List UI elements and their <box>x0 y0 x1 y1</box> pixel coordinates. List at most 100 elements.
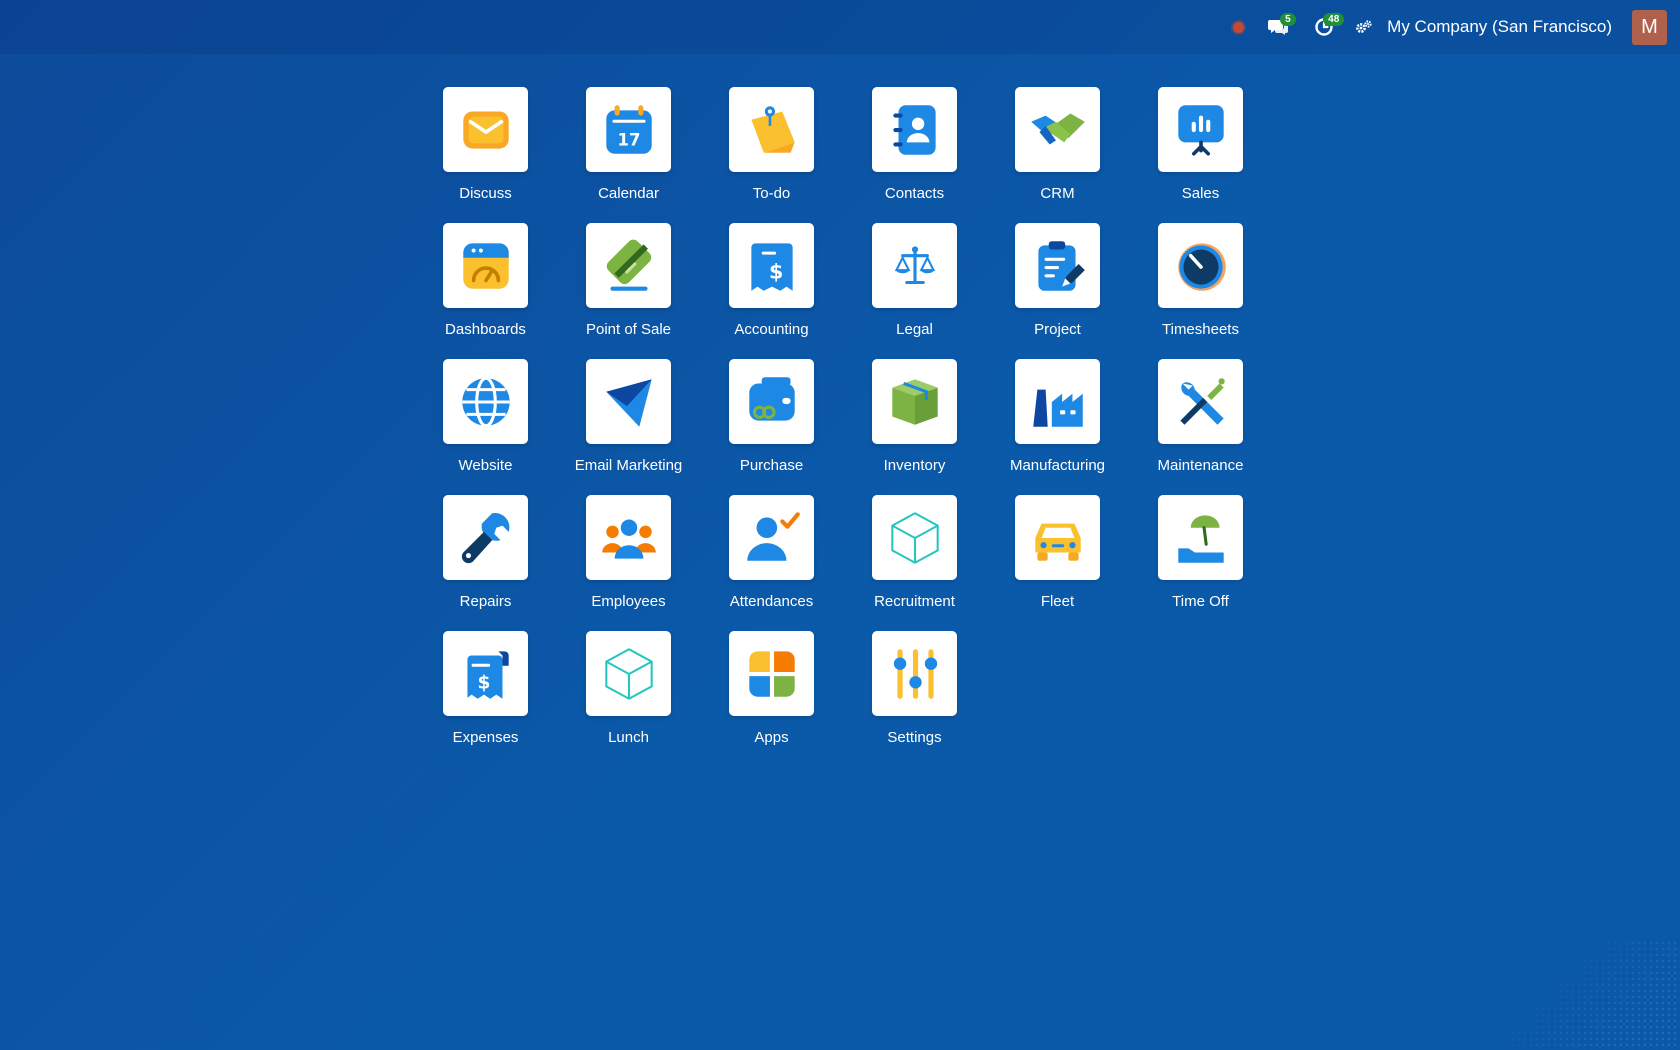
app-tile[interactable] <box>586 223 671 308</box>
app-label: Timesheets <box>1162 321 1239 338</box>
app-tile[interactable] <box>586 359 671 444</box>
app-tile[interactable] <box>586 495 671 580</box>
systray: 5 48 My Company (San Francisco) M <box>1221 0 1680 54</box>
app-accounting[interactable]: $ Accounting <box>700 223 843 359</box>
point-of-sale-icon <box>606 239 651 291</box>
app-label: Maintenance <box>1157 457 1244 474</box>
app-label: Email Marketing <box>574 457 683 474</box>
app-tile[interactable]: $ <box>729 223 814 308</box>
app-project[interactable]: Project <box>986 223 1129 359</box>
activities-count-badge: 48 <box>1323 13 1345 26</box>
legal-icon <box>894 245 935 284</box>
app-label: Sales <box>1181 185 1220 202</box>
app-time-off[interactable]: Time Off <box>1129 495 1272 631</box>
app-recruitment[interactable]: Recruitment <box>843 495 986 631</box>
messages-button[interactable]: 5 <box>1255 0 1301 54</box>
app-contacts[interactable]: Contacts <box>843 87 986 223</box>
app-tile[interactable] <box>443 87 528 172</box>
contacts-icon <box>892 104 936 155</box>
app-label: Legal <box>896 321 933 338</box>
status-indicator[interactable] <box>1221 0 1255 54</box>
app-tile[interactable] <box>443 223 528 308</box>
app-tile[interactable] <box>1015 359 1100 444</box>
app-label: Employees <box>591 593 666 610</box>
app-tile[interactable] <box>1015 223 1100 308</box>
app-crm[interactable]: CRM <box>986 87 1129 223</box>
app-tile[interactable] <box>729 631 814 716</box>
app-tile[interactable] <box>1015 495 1100 580</box>
app-manufacturing[interactable]: Manufacturing <box>986 359 1129 495</box>
app-tile[interactable]: 17 <box>586 87 671 172</box>
calendar-icon: 17 <box>605 104 652 154</box>
app-expenses[interactable]: $ Expenses <box>414 631 557 767</box>
app-tile[interactable] <box>872 87 957 172</box>
app-label: Discuss <box>459 185 512 202</box>
app-tile[interactable]: $ <box>443 631 528 716</box>
app-dashboards[interactable]: Dashboards <box>414 223 557 359</box>
settings-icon <box>893 648 937 699</box>
app-tile[interactable] <box>1158 359 1243 444</box>
app-tile[interactable] <box>729 359 814 444</box>
app-calendar[interactable]: 17 Calendar <box>557 87 700 223</box>
time-off-icon <box>1177 514 1224 563</box>
app-apps[interactable]: Apps <box>700 631 843 767</box>
app-todo[interactable]: To-do <box>700 87 843 223</box>
discuss-icon <box>462 110 509 149</box>
app-label: Dashboards <box>445 321 526 338</box>
app-label: Purchase <box>739 457 804 474</box>
app-tile[interactable] <box>443 359 528 444</box>
attendances-icon <box>746 511 800 561</box>
timesheets-icon <box>1177 242 1226 291</box>
dashboards-icon <box>462 242 509 289</box>
app-label: Expenses <box>452 729 519 746</box>
company-name[interactable]: My Company (San Francisco) <box>1381 17 1632 37</box>
website-icon <box>461 376 510 427</box>
svg-text:$: $ <box>768 259 782 283</box>
apps-icon <box>748 650 795 697</box>
app-label: Inventory <box>883 457 946 474</box>
app-attendances[interactable]: Attendances <box>700 495 843 631</box>
app-sales[interactable]: Sales <box>1129 87 1272 223</box>
app-repairs[interactable]: Repairs <box>414 495 557 631</box>
app-tile[interactable] <box>872 223 957 308</box>
app-tile[interactable] <box>586 631 671 716</box>
app-fleet[interactable]: Fleet <box>986 495 1129 631</box>
app-tile[interactable] <box>872 631 957 716</box>
app-tile[interactable] <box>1158 495 1243 580</box>
app-discuss[interactable]: Discuss <box>414 87 557 223</box>
purchase-icon <box>748 376 795 421</box>
app-tile[interactable] <box>872 495 957 580</box>
app-tile[interactable] <box>1158 87 1243 172</box>
app-website[interactable]: Website <box>414 359 557 495</box>
recruitment-icon <box>890 511 939 564</box>
app-tile[interactable] <box>443 495 528 580</box>
email-marketing-icon <box>605 378 652 427</box>
app-maintenance[interactable]: Maintenance <box>1129 359 1272 495</box>
app-tile[interactable] <box>1158 223 1243 308</box>
activities-button[interactable]: 48 <box>1301 0 1347 54</box>
app-timesheets[interactable]: Timesheets <box>1129 223 1272 359</box>
app-settings[interactable]: Settings <box>843 631 986 767</box>
app-purchase[interactable]: Purchase <box>700 359 843 495</box>
expenses-icon: $ <box>466 650 509 699</box>
app-tile[interactable] <box>1015 87 1100 172</box>
gears-icon <box>1356 20 1372 33</box>
app-employees[interactable]: Employees <box>557 495 700 631</box>
company-switcher-button[interactable] <box>1347 0 1381 54</box>
maintenance-icon <box>1179 377 1225 425</box>
app-tile[interactable] <box>729 495 814 580</box>
app-lunch[interactable]: Lunch <box>557 631 700 767</box>
app-email-marketing[interactable]: Email Marketing <box>557 359 700 495</box>
user-avatar[interactable]: M <box>1632 9 1667 45</box>
app-label: Recruitment <box>874 593 955 610</box>
app-legal[interactable]: Legal <box>843 223 986 359</box>
todo-icon <box>750 105 795 153</box>
project-icon <box>1037 240 1085 291</box>
app-tile[interactable] <box>729 87 814 172</box>
app-label: Accounting <box>734 321 809 338</box>
app-tile[interactable] <box>872 359 957 444</box>
app-inventory[interactable]: Inventory <box>843 359 986 495</box>
app-label: Manufacturing <box>1009 457 1106 474</box>
fleet-icon <box>1034 523 1081 561</box>
app-point-of-sale[interactable]: Point of Sale <box>557 223 700 359</box>
